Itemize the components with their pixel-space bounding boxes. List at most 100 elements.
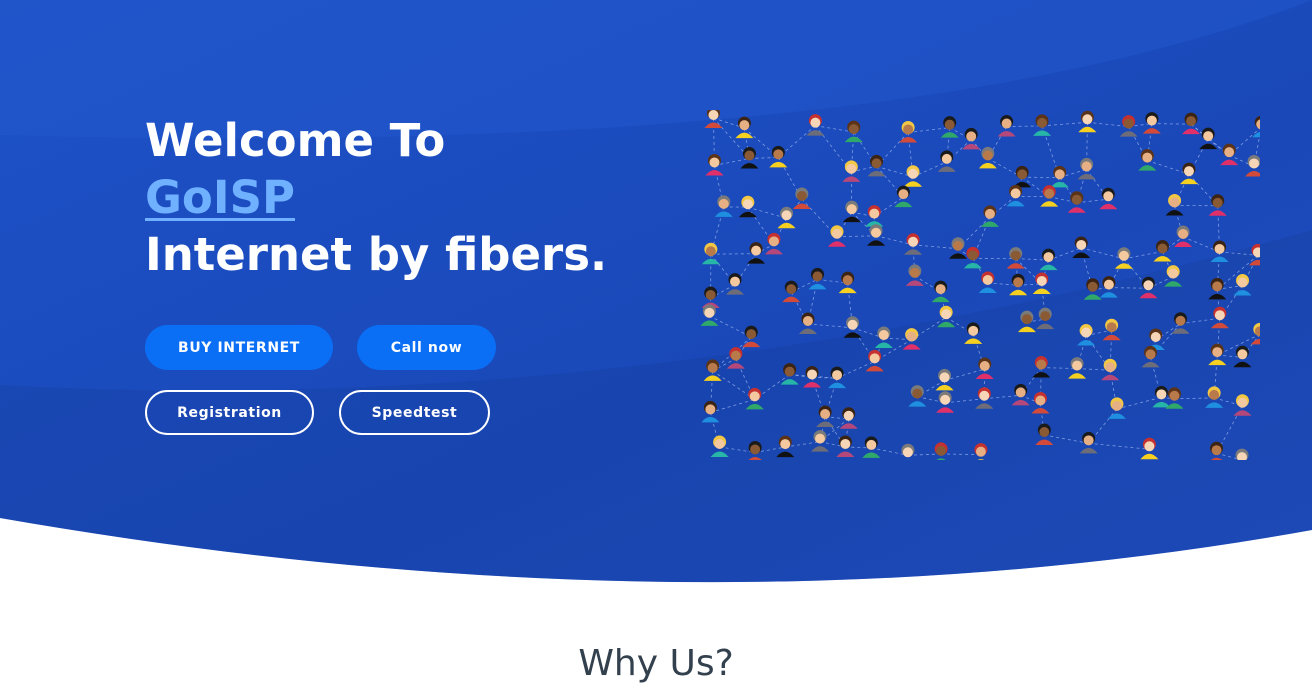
network-connection-line <box>1044 435 1088 443</box>
person-avatar-icon <box>937 306 955 328</box>
person-avatar-icon <box>769 146 787 168</box>
person-avatar-icon <box>840 407 858 429</box>
person-avatar-icon <box>1211 240 1229 262</box>
network-connection-line <box>1109 288 1148 289</box>
person-avatar-icon <box>1164 265 1182 287</box>
person-avatar-icon <box>979 271 997 293</box>
person-avatar-icon <box>936 369 954 391</box>
person-avatar-icon <box>1068 357 1086 378</box>
person-avatar-icon <box>1209 194 1227 216</box>
person-avatar-icon <box>894 186 912 208</box>
person-avatar-icon <box>1143 112 1161 134</box>
person-avatar-icon <box>941 116 959 137</box>
person-avatar-icon <box>704 359 722 381</box>
person-avatar-icon <box>816 406 834 428</box>
person-avatar-icon <box>979 147 997 169</box>
network-connection-line <box>1152 124 1191 125</box>
person-avatar-icon <box>932 281 950 303</box>
hero-section: Welcome To GoISP Internet by fibers. BUY… <box>0 0 1312 675</box>
person-avatar-icon <box>1234 274 1252 296</box>
registration-button[interactable]: Registration <box>145 390 314 435</box>
person-avatar-icon <box>1035 424 1053 446</box>
person-avatar-icon <box>1007 185 1025 207</box>
network-connection-line <box>808 324 853 328</box>
person-avatar-icon <box>903 328 921 350</box>
people-network-illustration <box>700 110 1260 460</box>
person-avatar-icon <box>1245 155 1260 177</box>
person-avatar-icon <box>906 264 924 286</box>
person-avatar-icon <box>1108 397 1126 419</box>
person-avatar-icon <box>746 441 764 460</box>
network-connection-line <box>709 316 751 337</box>
person-avatar-icon <box>704 110 722 128</box>
person-avatar-icon <box>799 312 817 334</box>
person-avatar-icon <box>739 196 757 218</box>
person-avatar-icon <box>1252 116 1260 138</box>
person-avatar-icon <box>1072 236 1090 258</box>
person-avatar-icon <box>1166 194 1184 216</box>
person-avatar-icon <box>1077 324 1095 346</box>
person-avatar-icon <box>747 242 765 264</box>
person-avatar-icon <box>1251 323 1260 345</box>
person-avatar-icon <box>1051 166 1069 188</box>
person-avatar-icon <box>1078 111 1096 133</box>
person-avatar-icon <box>1100 276 1118 298</box>
person-avatar-icon <box>908 385 926 407</box>
person-avatar-icon <box>1040 185 1058 207</box>
person-avatar-icon <box>740 147 758 169</box>
person-avatar-icon <box>828 367 846 389</box>
network-connection-line <box>1042 122 1087 126</box>
person-avatar-icon <box>868 155 886 177</box>
speedtest-button[interactable]: Speedtest <box>339 390 490 435</box>
person-avatar-icon <box>735 117 753 139</box>
person-avatar-icon <box>938 150 956 172</box>
person-avatar-icon <box>1182 113 1200 135</box>
person-avatar-icon <box>964 322 982 344</box>
person-avatar-icon <box>1036 308 1054 330</box>
person-avatar-icon <box>715 195 733 217</box>
person-avatar-icon <box>782 281 800 303</box>
network-connection-line <box>1007 126 1042 127</box>
person-avatar-icon <box>843 201 861 223</box>
person-avatar-icon <box>1208 344 1226 366</box>
person-avatar-icon <box>1040 249 1058 270</box>
buy-internet-button[interactable]: BUY INTERNET <box>145 325 333 370</box>
person-avatar-icon <box>867 224 885 246</box>
person-avatar-icon <box>1103 319 1121 341</box>
person-avatar-icon <box>865 205 883 227</box>
person-avatar-icon <box>904 165 922 187</box>
person-avatar-icon <box>765 233 783 255</box>
person-avatar-icon <box>976 358 994 380</box>
person-avatar-icon <box>866 350 884 372</box>
person-avatar-icon <box>793 188 811 210</box>
person-avatar-icon <box>1220 144 1238 166</box>
network-connection-line <box>1174 398 1214 399</box>
person-avatar-icon <box>1205 386 1223 408</box>
person-avatar-icon <box>862 436 880 458</box>
headline-line-tagline: Internet by fibers. <box>145 226 607 283</box>
person-avatar-icon <box>811 430 829 452</box>
person-avatar-icon <box>746 388 764 410</box>
network-connection-line <box>837 236 876 237</box>
brand-link[interactable]: GoISP <box>145 171 295 224</box>
person-avatar-icon <box>836 435 854 457</box>
person-avatar-icon <box>1180 163 1198 185</box>
person-avatar-icon <box>1211 307 1229 329</box>
network-connection-line <box>1089 443 1150 449</box>
person-avatar-icon <box>1031 392 1049 414</box>
person-avatar-icon <box>1174 225 1192 247</box>
call-now-button[interactable]: Call now <box>357 325 496 370</box>
person-avatar-icon <box>1152 386 1170 408</box>
person-avatar-icon <box>962 128 980 150</box>
person-avatar-icon <box>1115 247 1133 269</box>
person-avatar-icon <box>932 442 950 460</box>
person-avatar-icon <box>702 243 720 265</box>
person-avatar-icon <box>778 207 796 229</box>
person-avatar-icon <box>998 115 1016 136</box>
person-avatar-icon <box>1199 128 1217 149</box>
person-avatar-icon <box>1154 240 1172 262</box>
network-connection-line <box>941 454 981 455</box>
person-avatar-icon <box>1139 277 1157 299</box>
person-avatar-icon <box>875 327 893 349</box>
person-avatar-icon <box>727 347 745 369</box>
